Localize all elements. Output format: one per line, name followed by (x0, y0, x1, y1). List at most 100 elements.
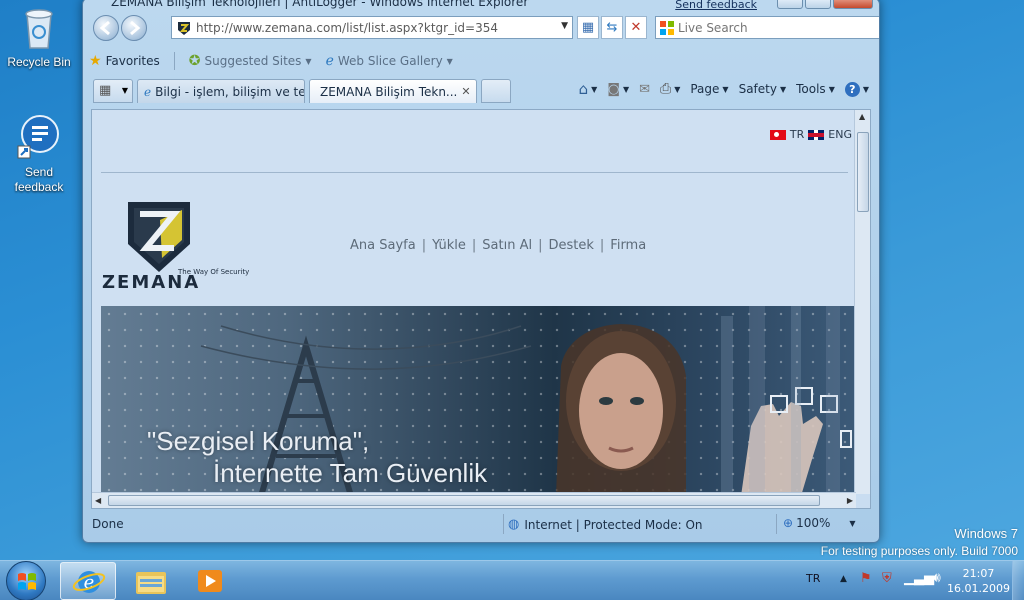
address-dropdown-icon[interactable]: ▼ (561, 21, 568, 31)
show-hidden-icons-icon[interactable]: ▲ (840, 574, 847, 584)
ie-favicon-icon: ℯ (144, 84, 152, 99)
home-icon: ⌂ (578, 80, 589, 98)
close-tab-icon[interactable]: ✕ (461, 85, 470, 98)
favorites-button[interactable]: ★ Favorites (89, 53, 160, 69)
windows-live-icon (660, 21, 674, 35)
scroll-right-icon[interactable]: ▶ (847, 496, 853, 505)
divider (776, 514, 777, 534)
ie-page-icon: ℯ (325, 53, 334, 69)
refresh-icon: ⇆ (606, 20, 618, 35)
language-indicator[interactable]: TR (806, 572, 820, 585)
help-button[interactable]: ? ▼ (844, 81, 869, 97)
nav-yukle[interactable]: Yükle (432, 238, 466, 253)
print-button[interactable]: ⎙ ▼ (660, 81, 680, 97)
nav-destek[interactable]: Destek (549, 238, 594, 253)
refresh-button[interactable]: ⇆ (601, 16, 623, 39)
logo-wordmark: ZEMANA (102, 272, 201, 293)
media-player-icon (198, 570, 222, 592)
tab-bilgi[interactable]: ℯ Bilgi - işlem, bilişim ve te... (137, 79, 305, 103)
taskbar-windows-explorer[interactable] (122, 562, 178, 600)
recycle-bin-icon (0, 4, 78, 53)
title-bar[interactable]: ZEMANA Bilişim Teknolojileri | AntiLogge… (83, 0, 879, 11)
nav-separator: | (471, 238, 477, 253)
system-tray: TR ▲ ⚑ ⛨ ▁▃▅ 🔊︎ 21:07 16.01.2009 (784, 561, 1024, 600)
scroll-left-icon[interactable]: ◀ (95, 496, 101, 505)
horizontal-scrollbar[interactable]: ◀ ▶ (92, 492, 856, 508)
desktop-icon-recycle-bin[interactable]: Recycle Bin (0, 4, 78, 69)
language-switcher: TR ENG (769, 128, 852, 141)
tab-zemana[interactable]: ZEMANA Bilişim Tekn... ✕ (309, 79, 477, 103)
maximize-button[interactable] (805, 0, 831, 9)
divider (101, 172, 848, 173)
lang-en-link[interactable]: ENG (828, 128, 852, 141)
lang-tr-link[interactable]: TR (790, 128, 804, 141)
back-button[interactable] (93, 15, 119, 41)
quick-tabs-button[interactable]: ▦ ▼ (93, 79, 133, 103)
stop-button[interactable]: ✕ (625, 16, 647, 39)
show-desktop-button[interactable] (1012, 561, 1024, 600)
scroll-up-icon[interactable]: ▲ (859, 112, 865, 121)
forward-button[interactable] (121, 15, 147, 41)
suggested-sites-button[interactable]: ✪ Suggested Sites ▼ (189, 53, 312, 69)
ie-window: ZEMANA Bilişim Teknolojileri | AntiLogge… (82, 0, 880, 543)
uk-flag-icon[interactable] (808, 129, 825, 140)
vertical-scrollbar[interactable]: ▲ (854, 110, 870, 494)
status-text: Done (92, 517, 124, 531)
search-input[interactable] (678, 19, 879, 37)
page-menu[interactable]: Page ▼ (690, 82, 728, 96)
send-feedback-link[interactable]: Send feedback (675, 0, 757, 11)
nav-separator: | (538, 238, 543, 253)
volume-icon[interactable]: 🔊︎ (932, 570, 941, 586)
mail-icon: ✉ (639, 81, 650, 97)
minimize-button[interactable] (777, 0, 803, 9)
start-button[interactable] (6, 561, 46, 600)
turkey-flag-icon[interactable] (769, 129, 786, 140)
windows-watermark-build: For testing purposes only. Build 7000 (820, 544, 1018, 558)
zoom-control[interactable]: ⊕ 100% ▼ (783, 516, 856, 530)
back-arrow-icon (99, 20, 110, 36)
zemana-shield-icon (128, 202, 190, 272)
read-mail-button[interactable]: ✉ (639, 82, 650, 97)
zemana-logo[interactable]: The Way Of Security ZEMANA (102, 196, 252, 296)
banner-slogan-line1: "Sezgisel Koruma", (147, 426, 370, 456)
chevron-down-icon: ▼ (722, 84, 729, 94)
home-button[interactable]: ⌂ ▼ (579, 80, 598, 98)
search-box[interactable]: ⌕ ▼ (655, 16, 879, 39)
address-url: http://www.zemana.com/list/list.aspx?ktg… (196, 21, 499, 35)
site-favicon-icon (178, 22, 190, 35)
address-bar[interactable]: http://www.zemana.com/list/list.aspx?ktg… (171, 16, 573, 39)
network-icon[interactable]: ▁▃▅ (904, 571, 934, 586)
windows-logo-icon (18, 573, 36, 590)
windows-watermark-edition: Windows 7 (954, 526, 1018, 541)
security-zone[interactable]: ◍ Internet | Protected Mode: On (508, 517, 703, 532)
security-alert-icon[interactable]: ⛨ (882, 571, 892, 586)
divider (173, 52, 175, 70)
rss-icon: ◙ (607, 81, 620, 97)
tab-list-dropdown-icon[interactable]: ▼ (122, 86, 128, 95)
compatibility-icon: ▦ (581, 20, 595, 35)
help-icon: ? (844, 81, 860, 97)
vertical-scroll-thumb[interactable] (857, 132, 869, 212)
desktop-icon-send-feedback[interactable]: Send feedback (0, 114, 78, 195)
chevron-down-icon: ▼ (622, 84, 630, 94)
recycle-bin-label: Recycle Bin (7, 55, 71, 69)
close-button[interactable] (833, 0, 873, 9)
taskbar-media-player[interactable] (182, 562, 238, 600)
compatibility-view-button[interactable]: ▦ (577, 16, 599, 39)
horizontal-scroll-thumb[interactable] (108, 495, 820, 506)
clock[interactable]: 21:07 16.01.2009 (947, 566, 1010, 596)
hero-banner: "Sezgisel Koruma", İnternette Tam Güvenl… (101, 306, 856, 496)
safety-menu[interactable]: Safety ▼ (739, 82, 787, 96)
site-nav: Ana Sayfa | Yükle | Satın Al | Destek | Firma (350, 238, 646, 253)
nav-satin-al[interactable]: Satın Al (482, 238, 532, 253)
new-tab-button[interactable] (481, 79, 511, 103)
page-viewport[interactable]: TR ENG The Way Of Security ZEMANA Ana Sa… (91, 109, 871, 509)
nav-ana-sayfa[interactable]: Ana Sayfa (350, 238, 416, 253)
action-center-icon[interactable]: ⚑ (860, 571, 872, 586)
taskbar-internet-explorer[interactable]: e (60, 562, 116, 600)
quick-tabs-icon: ▦ (99, 83, 112, 98)
feeds-button[interactable]: ◙ ▼ (607, 82, 629, 97)
nav-firma[interactable]: Firma (610, 238, 646, 253)
web-slice-gallery-button[interactable]: ℯ Web Slice Gallery ▼ (326, 53, 453, 69)
tools-menu[interactable]: Tools ▼ (796, 82, 835, 96)
